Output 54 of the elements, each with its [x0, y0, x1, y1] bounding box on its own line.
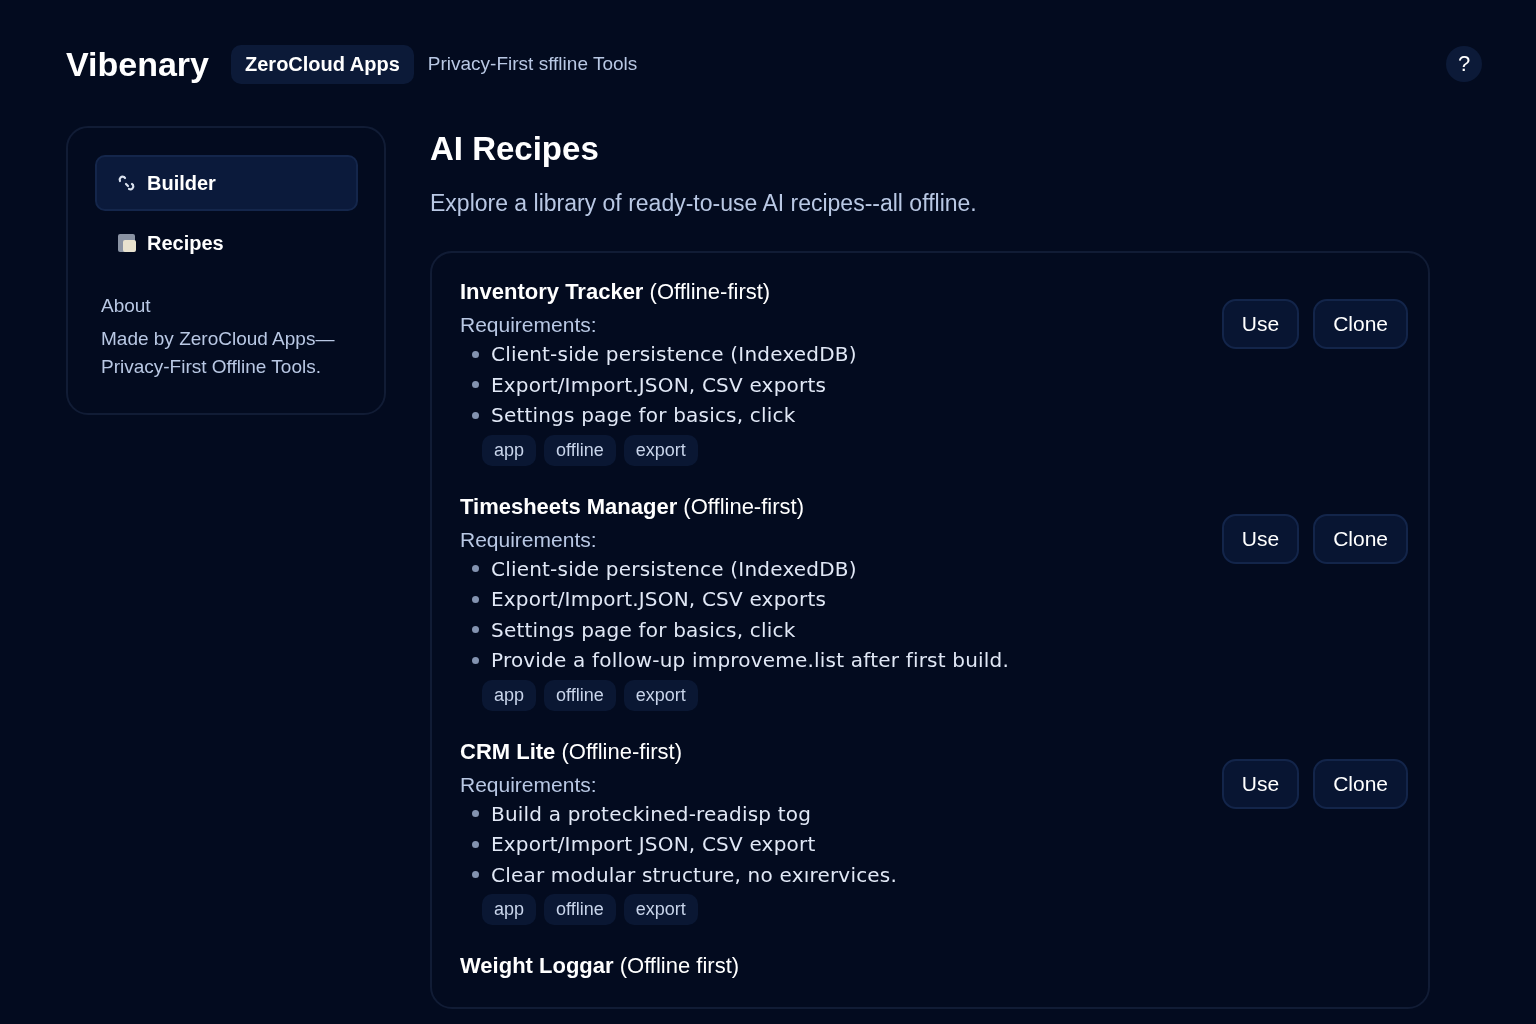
page-title: AI Recipes: [430, 130, 600, 168]
bullet-icon: [472, 871, 479, 879]
tag: offline: [544, 679, 616, 711]
recipe-button[interactable]: Use: [1221, 513, 1300, 564]
recipe-title: Weight Loggar (Offline first): [460, 953, 740, 979]
bullet-icon: [472, 595, 479, 603]
help-button[interactable]: ?: [1446, 46, 1482, 82]
requirement-text: Export/Import JSON, CSV export: [491, 832, 816, 857]
sidebar-item[interactable]: Builder: [95, 155, 358, 211]
bullet-icon: [472, 565, 479, 573]
requirements-label: Requirements:: [460, 772, 598, 797]
bullet-icon: [472, 840, 479, 848]
requirement-text: Settings page for basics, click: [491, 617, 796, 642]
requirement-text: Client-side persistence (IndexedDB): [491, 342, 857, 367]
brand-badge: ZeroCloud Apps: [231, 44, 414, 84]
tagline: Privacy-First sffline Tools: [427, 53, 638, 75]
about-text: Made by ZeroCloud Apps—Privacy-First Offline Tools.: [101, 327, 336, 379]
link-icon: [117, 173, 137, 193]
tag: export: [623, 434, 698, 466]
requirement-text: Provide a follow-up improveme.list after first build.: [491, 648, 1010, 673]
tag: app: [482, 679, 537, 711]
recipe-button[interactable]: Use: [1221, 758, 1300, 809]
requirement-text: Client-side persistence (IndexedDB): [491, 556, 857, 581]
about-heading: About: [101, 295, 152, 317]
bullet-icon: [472, 626, 479, 634]
tag: offline: [544, 434, 616, 466]
recipe-button[interactable]: Clone: [1313, 513, 1408, 564]
recipe-button[interactable]: Clone: [1313, 758, 1408, 809]
tag: app: [482, 894, 537, 925]
square-icon: [117, 233, 137, 253]
bullet-icon: [472, 810, 479, 818]
requirement-text: Export/Import.JSON, CSV exports: [491, 372, 827, 397]
recipe-title: Timesheets Manager (Offline-first): [460, 493, 805, 520]
requirements-label: Requirements:: [460, 527, 598, 552]
tag: export: [623, 679, 698, 711]
recipe-title: CRM Lite (Offline-first): [460, 738, 684, 765]
requirement-text: Build a proteckined-readisp tog: [491, 801, 812, 826]
tag: offline: [544, 894, 616, 925]
tag: app: [482, 434, 537, 466]
bullet-icon: [472, 381, 479, 389]
page-subtitle: Explore a library of ready-to-use AI recipes--all offline.: [430, 190, 978, 217]
app-logo: Vibenary: [66, 44, 209, 84]
bullet-icon: [472, 411, 479, 419]
requirements-label: Requirements:: [460, 313, 598, 337]
requirement-text: Clear modular structure, no exırervices.: [491, 862, 898, 887]
requirement-text: Settings page for basics, click: [491, 403, 796, 428]
requirement-text: Export/Import.JSON, CSV exports: [491, 587, 827, 612]
bullet-icon: [472, 656, 479, 664]
recipe-title: Inventory Tracker (Offline-first): [460, 279, 772, 305]
recipe-button[interactable]: Clone: [1313, 299, 1408, 349]
bullet-icon: [472, 350, 479, 358]
tag: export: [623, 894, 698, 925]
recipe-button[interactable]: Use: [1221, 299, 1300, 349]
sidebar-item[interactable]: Recipes: [95, 215, 358, 271]
